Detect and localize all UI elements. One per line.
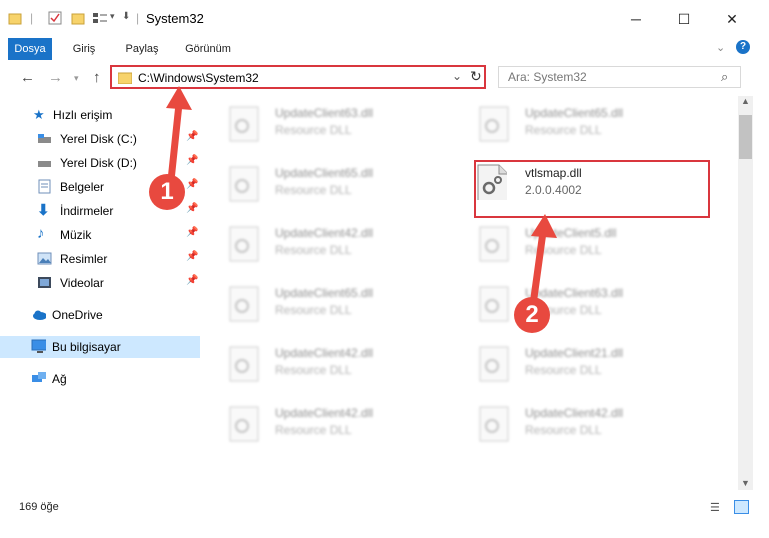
step-badge-1: 1 <box>149 174 185 210</box>
annotation-arrows <box>166 86 557 309</box>
step-badge-2: 2 <box>514 297 550 333</box>
arrow-2 <box>529 214 557 309</box>
